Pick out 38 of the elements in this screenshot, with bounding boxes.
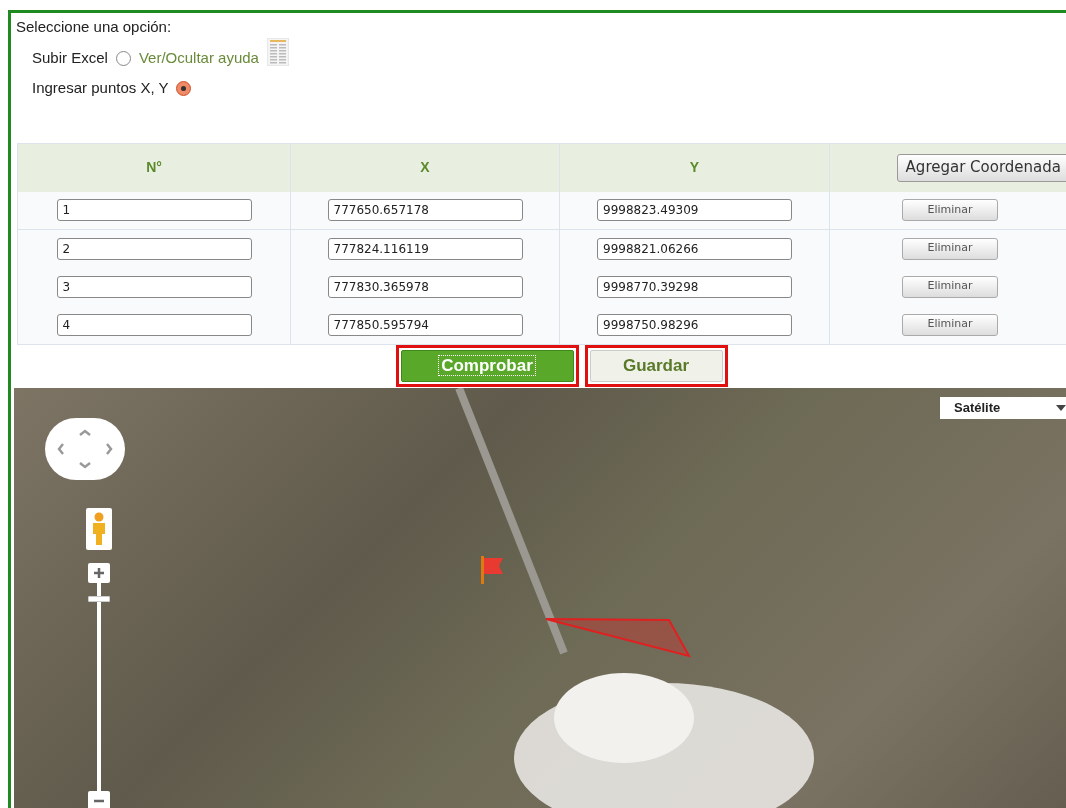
coordinate-input[interactable]: 777824.116119 bbox=[327, 237, 523, 260]
pan-arrows-icon bbox=[57, 428, 113, 469]
coordinate-input[interactable]: 3 bbox=[56, 275, 252, 298]
coordinate-input[interactable]: 777830.365978 bbox=[327, 275, 523, 298]
option-label: Ingresar puntos X, Y bbox=[32, 78, 169, 99]
plus-icon bbox=[93, 566, 105, 579]
satellite-map[interactable]: Satélite bbox=[14, 387, 1066, 808]
column-header: Y bbox=[560, 143, 830, 192]
coordinate-input[interactable]: 9998750.98296 bbox=[597, 313, 792, 336]
zoom-in-button[interactable] bbox=[88, 562, 110, 583]
coordinate-input[interactable]: 777650.657178 bbox=[327, 199, 523, 221]
person-icon bbox=[91, 511, 107, 546]
radio-button[interactable] bbox=[176, 81, 192, 96]
radio-button[interactable] bbox=[115, 51, 131, 66]
delete-button[interactable]: Eliminar bbox=[902, 275, 998, 298]
column-header: N° bbox=[18, 143, 291, 192]
flag-marker-icon bbox=[479, 555, 505, 584]
coordinate-input[interactable]: 4 bbox=[56, 313, 252, 336]
form-title: Seleccione una opción: bbox=[16, 17, 173, 37]
help-link[interactable]: Ver/Ocultar ayuda bbox=[138, 47, 259, 70]
column-header: X bbox=[291, 143, 560, 192]
dropdown-caret-icon[interactable] bbox=[1056, 404, 1066, 411]
coordinate-input[interactable]: 9998821.06266 bbox=[597, 237, 792, 260]
add-coordinate-button[interactable]: Agregar Coordenada bbox=[896, 153, 1066, 182]
delete-button[interactable]: Eliminar bbox=[902, 313, 998, 336]
coordinate-input[interactable]: 2 bbox=[56, 237, 252, 260]
zoom-thumb[interactable] bbox=[88, 595, 110, 602]
street-view-control[interactable] bbox=[86, 507, 112, 550]
delete-button[interactable]: Eliminar bbox=[902, 237, 998, 260]
zoom-out-button[interactable] bbox=[88, 790, 110, 808]
coordinate-input[interactable]: 1 bbox=[56, 199, 252, 221]
coordinate-input[interactable]: 9998823.49309 bbox=[597, 199, 792, 221]
delete-button[interactable]: Eliminar bbox=[902, 199, 998, 221]
coordinate-input[interactable]: 9998770.39298 bbox=[597, 275, 792, 298]
save-button[interactable]: Guardar bbox=[589, 350, 723, 382]
coordinate-input[interactable]: 777850.595794 bbox=[327, 313, 523, 336]
zoom-slider[interactable] bbox=[88, 562, 110, 808]
option-label: Subir Excel bbox=[32, 48, 108, 69]
